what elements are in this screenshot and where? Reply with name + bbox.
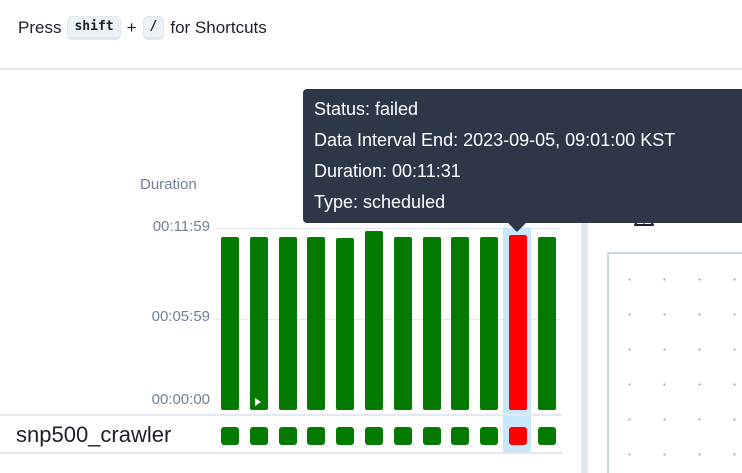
task-instance-square[interactable] bbox=[307, 427, 325, 445]
slash-key: / bbox=[142, 16, 165, 40]
dag-run-bar[interactable] bbox=[336, 238, 354, 410]
task-name[interactable]: snp500_crawler bbox=[16, 422, 171, 448]
dag-run-bar[interactable] bbox=[509, 235, 527, 410]
tooltip-type: Type: scheduled bbox=[314, 192, 446, 212]
dag-run-bar[interactable] bbox=[307, 237, 325, 410]
dag-run-bar[interactable] bbox=[221, 237, 239, 410]
tooltip-status: Status: failed bbox=[314, 99, 419, 119]
task-instance-square[interactable] bbox=[480, 427, 498, 445]
shortcut-hint: Press shift + / for Shortcuts bbox=[18, 14, 267, 42]
header-divider bbox=[0, 68, 742, 70]
tooltip-interval-end: Data Interval End: 2023-09-05, 09:01:00 … bbox=[314, 130, 676, 150]
dag-run-bar[interactable] bbox=[250, 237, 268, 410]
tooltip-arrow bbox=[508, 223, 526, 232]
dag-run-bar[interactable] bbox=[279, 237, 297, 410]
tick-zero: 00:00:00 bbox=[151, 391, 210, 408]
dag-run-bar[interactable] bbox=[451, 237, 469, 410]
tick-mid: 00:05:59 bbox=[151, 308, 210, 325]
task-instance-square[interactable] bbox=[394, 427, 412, 445]
dag-run-bar[interactable] bbox=[480, 237, 498, 410]
task-instance-square[interactable] bbox=[451, 427, 469, 445]
task-instance-square[interactable] bbox=[221, 427, 239, 445]
task-instance-square[interactable] bbox=[509, 427, 527, 445]
row-divider bbox=[0, 452, 562, 454]
task-instance-square[interactable] bbox=[365, 427, 383, 445]
duration-axis-title: Duration bbox=[140, 176, 197, 193]
run-tooltip: Status: failed Data Interval End: 2023-0… bbox=[303, 89, 742, 223]
dag-run-bar[interactable] bbox=[538, 237, 556, 410]
task-instance-square[interactable] bbox=[538, 427, 556, 445]
tick-max: 00:11:59 bbox=[152, 218, 210, 235]
dag-run-bar[interactable] bbox=[365, 231, 383, 410]
shortcut-hint-suffix: for Shortcuts bbox=[170, 18, 267, 37]
task-instance-square[interactable] bbox=[336, 427, 354, 445]
shortcut-hint-prefix: Press bbox=[18, 18, 62, 37]
dag-run-bar[interactable] bbox=[423, 237, 441, 410]
task-instance-square[interactable] bbox=[250, 427, 268, 445]
row-divider bbox=[0, 414, 562, 416]
plus-sign: + bbox=[126, 18, 137, 37]
graph-canvas[interactable] bbox=[607, 252, 742, 473]
dag-run-bar[interactable] bbox=[394, 237, 412, 410]
grid-view: Press shift + / for Shortcuts Duration 0… bbox=[0, 0, 742, 473]
shift-key: shift bbox=[67, 16, 121, 40]
play-icon bbox=[255, 398, 261, 406]
task-instance-square[interactable] bbox=[423, 427, 441, 445]
task-instance-square[interactable] bbox=[279, 427, 297, 445]
tooltip-duration: Duration: 00:11:31 bbox=[314, 161, 461, 181]
